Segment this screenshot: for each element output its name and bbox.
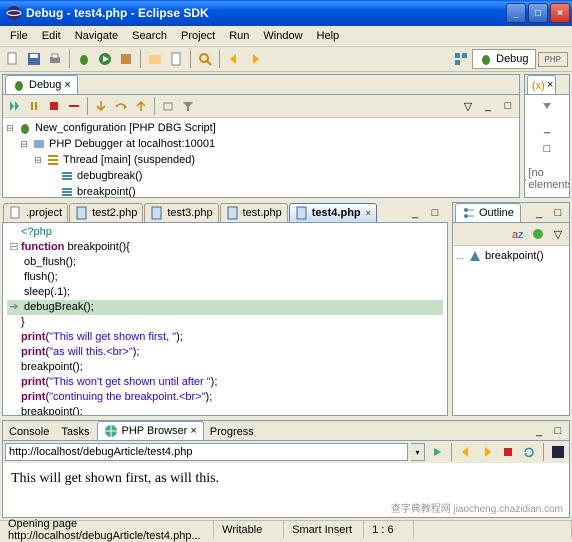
perspective-php[interactable]: PHP — [538, 52, 568, 67]
back-button[interactable] — [225, 50, 243, 68]
tab-variables[interactable]: (x)× — [527, 75, 556, 94]
minimize-button[interactable]: _ — [506, 3, 526, 23]
save-button[interactable] — [25, 50, 43, 68]
variables-pane-collapsed: (x)× _ □ ◆[no elements] — [524, 74, 570, 198]
menu-window[interactable]: Window — [257, 28, 308, 44]
eclipse-icon — [6, 5, 22, 21]
titlebar: Debug - test4.php - Eclipse SDK _ □ × — [0, 0, 572, 26]
debug-pane: Debug× ▽ _ □ ⊟New_confi — [2, 74, 520, 198]
tab-progress[interactable]: Progress — [204, 424, 260, 440]
tree-frame-1[interactable]: breakpoint() — [5, 184, 517, 197]
var-toggle-button[interactable] — [538, 98, 556, 116]
browser-go-button[interactable] — [428, 443, 446, 461]
menu-search[interactable]: Search — [126, 28, 173, 44]
status-insert: Smart Insert — [284, 521, 364, 538]
minimize-view-button[interactable]: _ — [479, 97, 497, 115]
outline-sort-button[interactable]: az — [509, 225, 527, 243]
browser-back-button[interactable] — [457, 443, 475, 461]
menu-project[interactable]: Project — [175, 28, 221, 44]
outline-filter-button[interactable] — [529, 225, 547, 243]
statusbar: Opening page http://localhost/debugArtic… — [0, 520, 572, 538]
url-dropdown[interactable]: ▾ — [411, 443, 425, 461]
menu-help[interactable]: Help — [311, 28, 346, 44]
status-message: Opening page http://localhost/debugArtic… — [0, 521, 214, 538]
tab-tasks[interactable]: Tasks — [55, 424, 95, 440]
outline-maximize-button[interactable]: □ — [549, 204, 567, 222]
run-button[interactable] — [96, 50, 114, 68]
browser-stop-button[interactable] — [499, 443, 517, 461]
status-position: 1 : 6 — [364, 521, 414, 538]
new-project-button[interactable] — [146, 50, 164, 68]
step-return-button[interactable] — [132, 97, 150, 115]
svg-text:z: z — [518, 229, 524, 241]
url-input[interactable] — [5, 443, 408, 461]
tab-php-browser[interactable]: PHP Browser× — [97, 421, 203, 440]
outline-item[interactable]: …breakpoint() — [455, 248, 567, 264]
menu-edit[interactable]: Edit — [36, 28, 67, 44]
status-writable: Writable — [214, 521, 284, 538]
print-button[interactable] — [46, 50, 64, 68]
browser-minimize-button[interactable]: _ — [530, 422, 548, 440]
tree-frame-0[interactable]: debugbreak() — [5, 168, 517, 184]
close-button[interactable]: × — [550, 3, 570, 23]
step-over-button[interactable] — [112, 97, 130, 115]
tree-thread[interactable]: ⊟Thread [main] (suspended) — [5, 152, 517, 168]
watermark: 查字典教程网 jiaocheng.chazidian.com — [388, 499, 566, 516]
menu-navigate[interactable]: Navigate — [69, 28, 124, 44]
outline-pane: Outline _ □ az ▽ …breakpoint() — [452, 202, 570, 416]
var-maximize-button[interactable]: □ — [538, 140, 556, 158]
perspective-debug[interactable]: Debug — [472, 49, 535, 69]
menu-file[interactable]: File — [4, 28, 34, 44]
menubar: File Edit Navigate Search Project Run Wi… — [0, 26, 572, 47]
tab-project[interactable]: .project — [3, 203, 68, 222]
tab-test[interactable]: test.php — [220, 203, 288, 222]
open-perspective-button[interactable] — [452, 50, 470, 68]
suspend-button[interactable] — [25, 97, 43, 115]
editor-body[interactable]: <?php ⊟function breakpoint(){ ob_flush()… — [2, 222, 448, 416]
no-elements-label: [no elements] — [528, 167, 569, 191]
new-button[interactable] — [4, 50, 22, 68]
resume-button[interactable] — [5, 97, 23, 115]
browser-maximize-button[interactable]: □ — [549, 422, 567, 440]
tab-console[interactable]: Console — [3, 424, 55, 440]
step-into-button[interactable] — [92, 97, 110, 115]
maximize-view-button[interactable]: □ — [499, 97, 517, 115]
browser-forward-button[interactable] — [478, 443, 496, 461]
disconnect-button[interactable] — [65, 97, 83, 115]
window-title: Debug - test4.php - Eclipse SDK — [26, 6, 506, 20]
maximize-button[interactable]: □ — [528, 3, 548, 23]
search-button[interactable] — [196, 50, 214, 68]
editor-minimize-button[interactable]: _ — [406, 204, 424, 222]
tab-test3[interactable]: test3.php — [144, 203, 218, 222]
tree-launch[interactable]: ⊟New_configuration [PHP DBG Script] — [5, 120, 517, 136]
new-file-button[interactable] — [167, 50, 185, 68]
browser-refresh-button[interactable] — [520, 443, 538, 461]
terminate-button[interactable] — [45, 97, 63, 115]
tab-test4[interactable]: test4.php× — [289, 203, 377, 222]
forward-button[interactable] — [246, 50, 264, 68]
var-minimize-button[interactable]: _ — [538, 119, 556, 137]
editor-maximize-button[interactable]: □ — [426, 204, 444, 222]
drop-frame-button[interactable] — [159, 97, 177, 115]
outline-menu-button[interactable]: ▽ — [549, 225, 567, 243]
main-toolbar: Debug PHP — [0, 47, 572, 72]
menu-run[interactable]: Run — [223, 28, 255, 44]
use-step-filters-button[interactable] — [179, 97, 197, 115]
tab-debug[interactable]: Debug× — [5, 75, 78, 94]
outline-minimize-button[interactable]: _ — [530, 204, 548, 222]
browser-progress — [549, 443, 567, 461]
tab-test2[interactable]: test2.php — [69, 203, 143, 222]
view-menu-button[interactable]: ▽ — [459, 97, 477, 115]
debug-button[interactable] — [75, 50, 93, 68]
external-tools-button[interactable] — [117, 50, 135, 68]
tree-debugger[interactable]: ⊟PHP Debugger at localhost:10001 — [5, 136, 517, 152]
svg-text:(x): (x) — [532, 80, 544, 92]
tab-outline[interactable]: Outline — [455, 203, 521, 222]
editor-area: .project test2.php test3.php test.php te… — [2, 202, 448, 416]
